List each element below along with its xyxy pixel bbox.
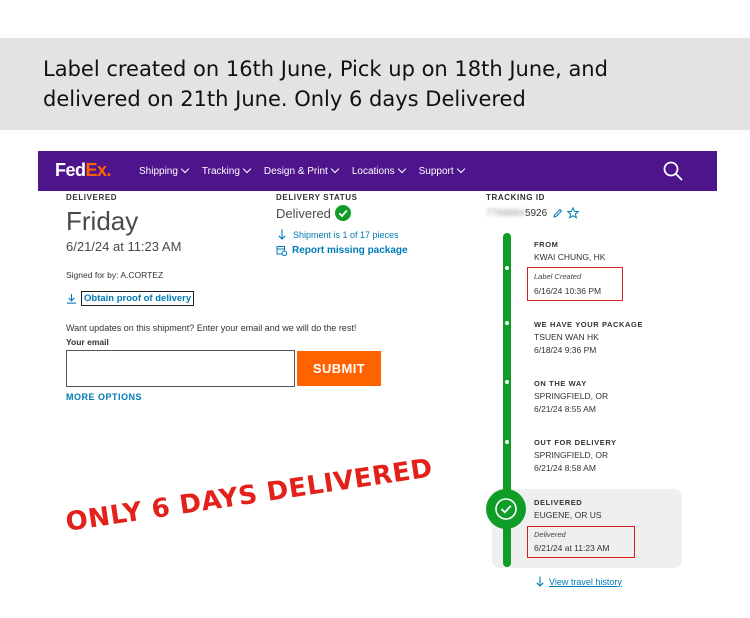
- star-icon[interactable]: [567, 207, 580, 219]
- delivery-status-value: Delivered: [276, 205, 331, 221]
- timeline-dot: [505, 321, 509, 325]
- label-created-note: Label Created: [534, 272, 582, 281]
- submit-button[interactable]: SUBMIT: [297, 351, 381, 386]
- caption-line-2: delivered on 21th June. Only 6 days Deli…: [43, 87, 526, 111]
- shipment-pieces[interactable]: Shipment is 1 of 17 pieces: [277, 229, 399, 240]
- nav-item-label: Shipping: [139, 165, 178, 177]
- check-circle-icon: [334, 205, 351, 221]
- step-package-location: TSUEN WAN HK: [534, 332, 599, 342]
- nav-item-support[interactable]: Support: [418, 164, 465, 177]
- caption-line-1: Label created on 16th June, Pick up on 1…: [43, 57, 608, 81]
- nav-item-shipping[interactable]: Shipping: [139, 164, 190, 177]
- caption-banner: Label created on 16th June, Pick up on 1…: [0, 38, 750, 130]
- arrow-down-icon: [278, 229, 286, 240]
- email-label: Your email: [66, 337, 109, 347]
- delivered-label: DELIVERED: [66, 193, 118, 202]
- report-missing-text: Report missing package: [292, 245, 408, 256]
- step-on-the-way-datetime: 6/21/24 8:55 AM: [534, 404, 596, 414]
- step-on-the-way-heading: ON THE WAY: [534, 379, 587, 388]
- delivered-check-icon: [486, 489, 526, 529]
- arrow-down-icon: [536, 576, 544, 587]
- step-from-heading: FROM: [534, 240, 559, 249]
- updates-prompt: Want updates on this shipment? Enter you…: [66, 323, 357, 333]
- logo-fed: Fed: [55, 160, 86, 180]
- view-travel-history-link[interactable]: View travel history: [535, 576, 622, 587]
- nav-item-label: Design & Print: [263, 165, 328, 177]
- shipment-pieces-text: Shipment is 1 of 17 pieces: [293, 229, 399, 240]
- step-out-for-delivery-datetime: 6/21/24 8:58 AM: [534, 463, 596, 473]
- delivery-status: Delivered: [276, 205, 351, 221]
- more-options-link[interactable]: MORE OPTIONS: [66, 392, 142, 402]
- chevron-down-icon: [456, 164, 465, 174]
- tracking-id-visible: 5926: [524, 207, 548, 219]
- nav-item-label: Tracking: [201, 165, 240, 177]
- screenshot-root: Label created on 16th June, Pick up on 1…: [0, 0, 750, 618]
- signed-for: Signed for by: A.CORTEZ: [66, 270, 164, 280]
- top-navbar: FedEx. Shipping Tracking Design & Print …: [38, 151, 717, 191]
- email-field[interactable]: [66, 350, 295, 387]
- step-package-heading: WE HAVE YOUR PACKAGE: [534, 320, 644, 329]
- step-on-the-way-location: SPRINGFIELD, OR: [534, 391, 609, 401]
- delivery-day: Friday: [66, 206, 139, 236]
- package-alert-icon: [276, 246, 287, 256]
- fedex-logo[interactable]: FedEx.: [55, 160, 112, 181]
- step-out-for-delivery-location: SPRINGFIELD, OR: [534, 450, 609, 460]
- step-out-for-delivery-heading: OUT FOR DELIVERY: [534, 438, 617, 447]
- timeline-dot: [505, 440, 509, 444]
- nav-item-design-print[interactable]: Design & Print: [263, 164, 340, 177]
- chevron-down-icon: [180, 164, 190, 174]
- pencil-icon[interactable]: [552, 208, 563, 219]
- delivery-status-label: DELIVERY STATUS: [276, 193, 358, 202]
- proof-of-delivery: Obtain proof of delivery: [66, 290, 195, 307]
- label-created-datetime: 6/16/24 10:36 PM: [534, 286, 602, 296]
- step-delivered-heading: DELIVERED: [534, 498, 583, 507]
- delivery-datetime: 6/21/24 at 11:23 AM: [66, 239, 182, 254]
- obtain-proof-link[interactable]: Obtain proof of delivery: [81, 291, 195, 306]
- nav-item-label: Locations: [351, 165, 395, 177]
- chevron-down-icon: [242, 164, 252, 174]
- search-icon[interactable]: [663, 161, 683, 181]
- step-package-datetime: 6/18/24 9:36 PM: [534, 345, 597, 355]
- download-icon: [66, 293, 77, 304]
- report-missing-package[interactable]: Report missing package: [276, 245, 408, 256]
- only-6-days-stamp: ONLY 6 DAYS DELIVERED: [63, 453, 435, 538]
- tracking-id-label: TRACKING ID: [486, 193, 546, 202]
- tracking-id-hidden: 7768884: [486, 207, 525, 219]
- tracking-id: 7768884 5926: [486, 207, 580, 219]
- logo-ex: Ex.: [85, 160, 112, 180]
- nav-item-tracking[interactable]: Tracking: [201, 164, 252, 177]
- step-delivered-location: EUGENE, OR US: [534, 510, 602, 520]
- step-from-location: KWAI CHUNG, HK: [534, 252, 606, 262]
- timeline-dot: [505, 380, 509, 384]
- view-travel-history-text: View travel history: [549, 576, 622, 587]
- chevron-down-icon: [330, 164, 340, 174]
- timeline-dot: [505, 266, 509, 270]
- chevron-down-icon: [397, 164, 406, 174]
- nav-item-label: Support: [418, 165, 454, 177]
- delivered-note: Delivered: [534, 530, 566, 539]
- delivered-datetime: 6/21/24 at 11:23 AM: [534, 543, 610, 553]
- nav-menu: Shipping Tracking Design & Print Locatio…: [139, 151, 478, 191]
- nav-item-locations[interactable]: Locations: [351, 164, 406, 177]
